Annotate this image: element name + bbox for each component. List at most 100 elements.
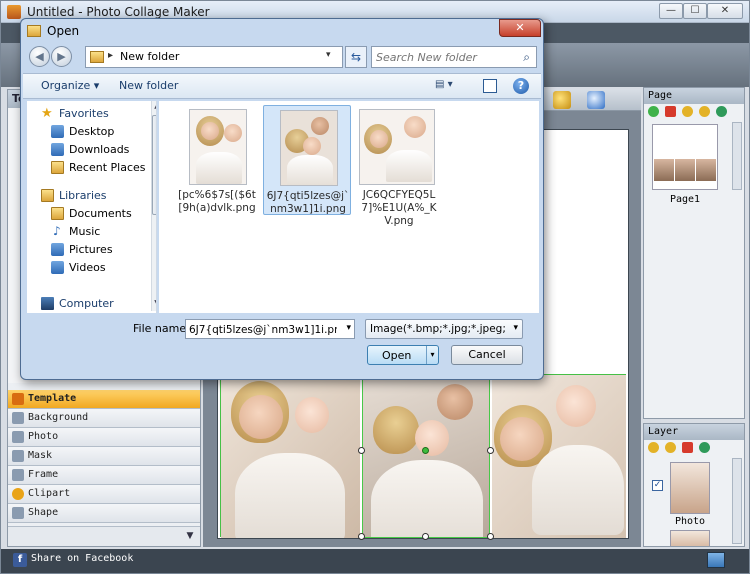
nav-computer[interactable]: Computer [27, 295, 145, 313]
layer-thumbnail[interactable] [670, 462, 710, 514]
share-facebook-link[interactable]: Share on Facebook [31, 553, 133, 564]
tab-label: Background [28, 412, 89, 423]
nav-documents[interactable]: Documents [27, 205, 145, 223]
resize-handle[interactable] [422, 533, 429, 540]
nav-music[interactable]: ♪ Music [27, 223, 145, 241]
tab-label: Mask [28, 450, 53, 461]
mask-icon [12, 450, 24, 462]
search-icon[interactable]: ⌕ [523, 50, 530, 65]
tab-label: Photo [28, 431, 59, 442]
photo-icon [12, 431, 24, 443]
chevron-down-icon[interactable]: ▾ [346, 323, 351, 333]
file-name-combobox[interactable]: ▾ [185, 319, 355, 339]
nav-libraries[interactable]: Libraries [27, 187, 145, 205]
facebook-icon[interactable]: f [13, 553, 27, 567]
nav-recent-places[interactable]: Recent Places [27, 159, 146, 177]
collage-photo-strip[interactable] [220, 367, 626, 540]
resize-handle[interactable] [358, 447, 365, 454]
file-name-input[interactable] [189, 322, 337, 337]
resize-handle[interactable] [358, 533, 365, 540]
help-icon[interactable]: ? [513, 78, 529, 94]
delete-layer-icon[interactable] [682, 442, 693, 453]
file-item[interactable]: [pc%6$7s[($6t[9h(a)dvlk.png [173, 105, 261, 215]
layer-down-icon[interactable] [665, 442, 676, 453]
file-thumbnail [280, 110, 338, 186]
tab-mask[interactable]: Mask [8, 447, 200, 466]
file-item-selected[interactable]: 6J7{qti5lzes@j`nm3w1]1i.png [263, 105, 351, 215]
resize-handle[interactable] [487, 447, 494, 454]
address-path[interactable]: New folder [120, 50, 179, 63]
open-button[interactable]: Open ▾ [367, 345, 439, 365]
tab-photo[interactable]: Photo [8, 428, 200, 447]
resize-handle[interactable] [487, 533, 494, 540]
refresh-layer-icon[interactable] [699, 442, 710, 453]
nav-scroll-thumb[interactable] [152, 115, 156, 215]
nav-desktop[interactable]: Desktop [27, 123, 145, 141]
page-panel-title: Page [644, 88, 744, 104]
move-up-icon[interactable] [682, 106, 693, 117]
chevron-down-icon[interactable]: ▾ [513, 323, 518, 333]
photo-body [532, 445, 624, 535]
chevron-right-icon[interactable]: ▸ [108, 50, 113, 61]
move-down-icon[interactable] [699, 106, 710, 117]
monitor-icon[interactable] [707, 552, 725, 568]
address-bar[interactable]: ▸ New folder ▾ [85, 46, 343, 68]
chevron-down-icon[interactable]: ▾ [426, 346, 438, 364]
dialog-close-button[interactable]: ✕ [499, 19, 541, 37]
documents-icon [51, 207, 64, 220]
tab-shape[interactable]: Shape [8, 504, 200, 523]
scroll-up-icon[interactable]: ▲ [152, 103, 156, 113]
preview-pane-icon[interactable] [483, 79, 497, 93]
effect-icon[interactable] [553, 91, 571, 109]
photo-face [500, 417, 544, 461]
layer-up-icon[interactable] [648, 442, 659, 453]
organize-button[interactable]: Organize ▾ [41, 79, 99, 92]
add-page-icon[interactable] [648, 106, 659, 117]
info-icon[interactable] [587, 91, 605, 109]
page-panel-tools [648, 106, 733, 120]
layer-visible-checkbox[interactable]: ✓ [652, 480, 663, 491]
libraries-icon [41, 189, 54, 202]
tab-frame[interactable]: Frame [8, 466, 200, 485]
maximize-button[interactable]: ☐ [683, 3, 707, 19]
file-type-select[interactable]: Image(*.bmp;*.jpg;*.jpeg;*.gif;* ▾ [365, 319, 523, 339]
refresh-button[interactable]: ⇆ [345, 46, 367, 68]
tab-template[interactable]: Template [8, 390, 200, 409]
photo-face [437, 384, 473, 420]
layer-thumbnail-2[interactable] [670, 530, 710, 546]
chevron-down-icon[interactable]: ▼ [184, 530, 196, 542]
tab-label: Frame [28, 469, 59, 480]
back-button[interactable]: ◀ [29, 46, 50, 67]
thumb-body [287, 155, 333, 185]
cancel-button[interactable]: Cancel [451, 345, 523, 365]
views-button[interactable]: ▤ ▾ [435, 79, 465, 95]
center-handle[interactable] [422, 447, 429, 454]
search-input[interactable] [376, 49, 514, 65]
page-thumbnail[interactable] [652, 124, 718, 190]
collage-photo-2-selected[interactable] [362, 375, 490, 538]
nav-pictures[interactable]: Pictures [27, 241, 145, 259]
new-folder-button[interactable]: New folder [119, 79, 178, 92]
refresh-icon[interactable] [716, 106, 727, 117]
nav-downloads[interactable]: Downloads [27, 141, 145, 159]
chevron-down-icon[interactable]: ▾ [326, 50, 331, 60]
tab-background[interactable]: Background [8, 409, 200, 428]
dialog-title: Open [47, 24, 80, 38]
search-box[interactable]: ⌕ [371, 46, 537, 68]
collage-photo-3[interactable] [492, 375, 626, 538]
delete-page-icon[interactable] [665, 106, 676, 117]
collage-photo-1[interactable] [221, 375, 360, 538]
forward-button[interactable]: ▶ [51, 46, 72, 67]
page-scrollbar[interactable] [732, 122, 742, 190]
nav-videos[interactable]: Videos [27, 259, 145, 277]
folder-icon [90, 51, 104, 63]
close-app-button[interactable]: ✕ [707, 3, 743, 19]
layer-scrollbar[interactable] [732, 458, 742, 544]
nav-scrollbar[interactable]: ▲ ▼ [151, 101, 156, 311]
photo-baby [415, 420, 449, 456]
scroll-down-icon[interactable]: ▼ [152, 299, 156, 309]
minimize-button[interactable]: — [659, 3, 683, 19]
nav-favorites[interactable]: ★ Favorites [27, 105, 145, 123]
file-item[interactable]: JC6QCFYEQ5L7]%E1U(A%_KV.png [355, 105, 443, 227]
tab-clipart[interactable]: Clipart [8, 485, 200, 504]
